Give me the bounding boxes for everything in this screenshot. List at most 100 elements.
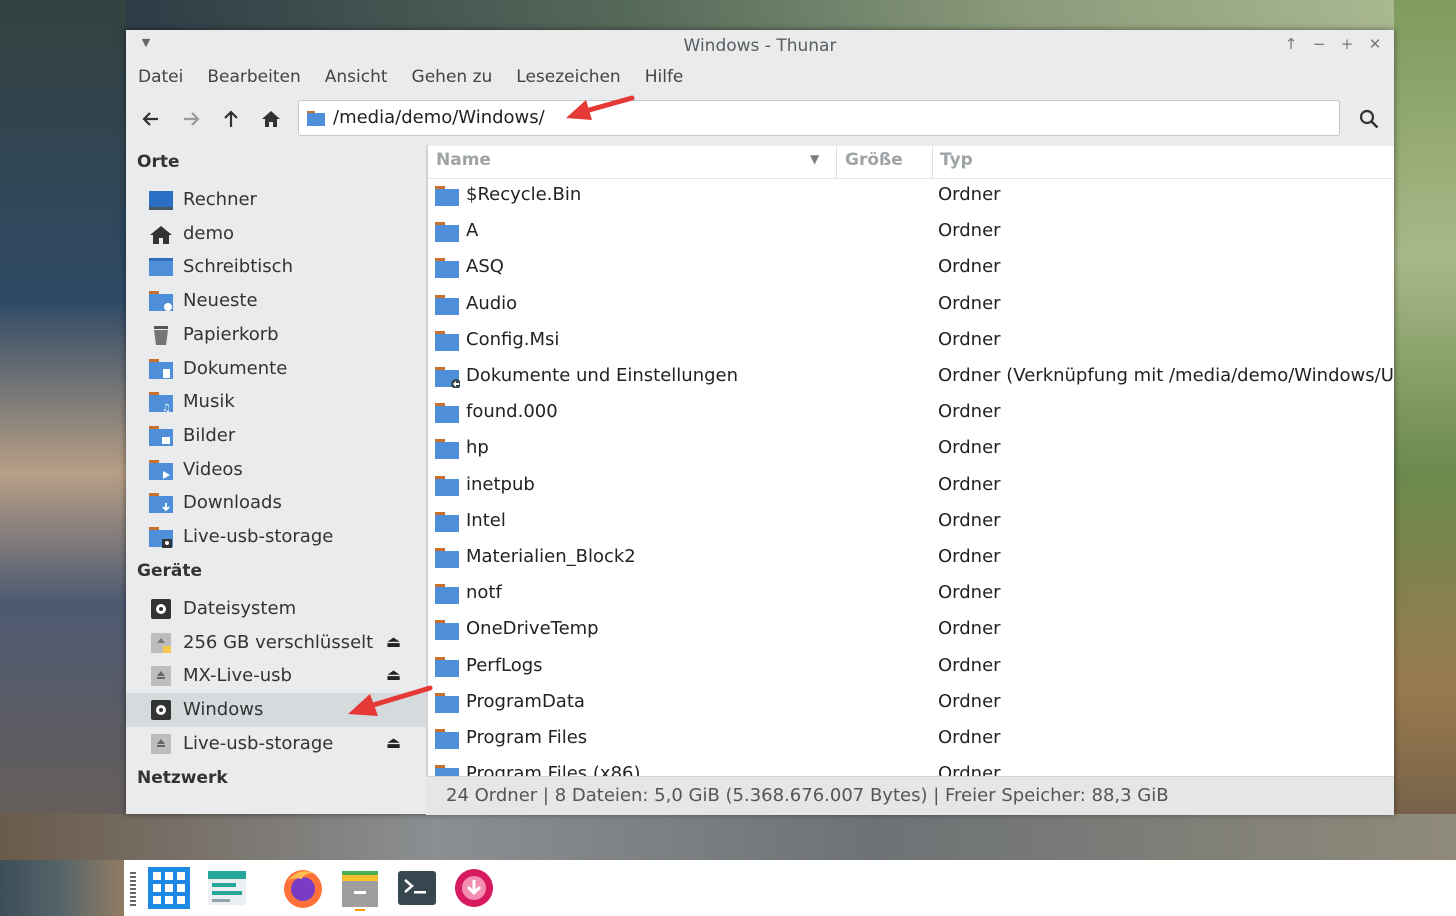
file-name: PerfLogs bbox=[466, 654, 543, 676]
sort-descending-icon: ▼ bbox=[810, 152, 820, 166]
file-name: notf bbox=[466, 582, 502, 604]
app-grid-icon[interactable] bbox=[146, 865, 192, 911]
file-row[interactable]: Config.Msi Ordner bbox=[428, 323, 1394, 359]
file-row[interactable]: Dokumente und Einstellungen Ordner (Verkn… bbox=[428, 359, 1394, 395]
file-name: found.000 bbox=[466, 401, 558, 423]
sidebar-heading-network: Netzwerk bbox=[137, 768, 228, 788]
sidebar-item-label: Bilder bbox=[183, 424, 236, 446]
file-row[interactable]: Intel Ordner bbox=[428, 504, 1394, 540]
file-name: OneDriveTemp bbox=[466, 618, 599, 640]
search-icon[interactable] bbox=[1356, 106, 1382, 132]
file-row[interactable]: ProgramData Ordner bbox=[428, 685, 1394, 721]
task-manager-icon[interactable] bbox=[204, 865, 250, 911]
file-row[interactable]: found.000 Ordner bbox=[428, 395, 1394, 431]
file-row[interactable]: Program Files Ordner bbox=[428, 721, 1394, 757]
minimize-icon[interactable]: − bbox=[1310, 35, 1328, 53]
sidebar-item-neueste[interactable]: Neueste bbox=[126, 284, 426, 318]
file-type: Ordner bbox=[938, 654, 1001, 676]
column-size[interactable]: Größe bbox=[845, 150, 903, 170]
file-row[interactable]: notf Ordner bbox=[428, 576, 1394, 612]
sidebar-item-videos[interactable]: Videos bbox=[126, 453, 426, 487]
statusbar: 24 Ordner | 8 Dateien: 5,0 GiB (5.368.67… bbox=[426, 776, 1394, 815]
folder-icon bbox=[435, 584, 459, 605]
taskbar bbox=[124, 860, 1456, 916]
file-type: Ordner bbox=[938, 763, 1001, 776]
firefox-icon[interactable] bbox=[280, 865, 326, 911]
file-type: Ordner (Verknüpfung mit /media/demo/Wind… bbox=[938, 365, 1394, 386]
maximize-icon[interactable]: + bbox=[1338, 35, 1356, 53]
file-row[interactable]: Program Files (x86) Ordner bbox=[428, 757, 1394, 776]
folder-icon bbox=[435, 475, 459, 496]
sidebar-item-label: Downloads bbox=[183, 492, 282, 514]
file-name: hp bbox=[466, 437, 489, 459]
file-row[interactable]: A Ordner bbox=[428, 214, 1394, 250]
sidebar-item-live-usb-storage[interactable]: Live-usb-storage ⏏ bbox=[126, 727, 426, 761]
column-name[interactable]: Name bbox=[436, 150, 491, 170]
column-separator[interactable] bbox=[932, 146, 933, 178]
file-row[interactable]: $Recycle.Bin Ordner bbox=[428, 178, 1394, 214]
file-type: Ordner bbox=[938, 256, 1001, 278]
file-row[interactable]: ASQ Ordner bbox=[428, 250, 1394, 286]
window-title: Windows - Thunar bbox=[683, 36, 837, 56]
forward-icon[interactable] bbox=[178, 106, 204, 132]
file-type: Ordner bbox=[938, 328, 1001, 350]
sidebar-item-musik[interactable]: ♫ Musik bbox=[126, 385, 426, 419]
sidebar-item-dateisystem[interactable]: Dateisystem bbox=[126, 592, 426, 626]
file-name: ASQ bbox=[466, 256, 504, 278]
file-row[interactable]: Materialien_Block2 Ordner bbox=[428, 540, 1394, 576]
location-path[interactable]: /media/demo/Windows/ bbox=[333, 107, 545, 128]
sidebar-item-downloads[interactable]: Downloads bbox=[126, 486, 426, 520]
file-row[interactable]: inetpub Ordner bbox=[428, 468, 1394, 504]
menu-bearbeiten[interactable]: Bearbeiten bbox=[195, 62, 312, 92]
back-icon[interactable] bbox=[138, 106, 164, 132]
file-type: Ordner bbox=[938, 437, 1001, 459]
column-separator[interactable] bbox=[836, 146, 837, 178]
wallpaper-left bbox=[0, 0, 126, 860]
folder-icon bbox=[435, 656, 459, 677]
sidebar-item-dokumente[interactable]: Dokumente bbox=[126, 352, 426, 386]
download-manager-icon[interactable] bbox=[451, 865, 497, 911]
column-type[interactable]: Typ bbox=[940, 150, 973, 170]
terminal-icon[interactable] bbox=[394, 865, 440, 911]
keep-above-icon[interactable]: ↑ bbox=[1282, 35, 1300, 53]
eject-icon[interactable]: ⏏ bbox=[386, 733, 401, 752]
file-name: Config.Msi bbox=[466, 328, 560, 350]
sidebar-item-live-usb-storage[interactable]: Live-usb-storage bbox=[126, 520, 426, 554]
sidebar-item-256-gb-verschl-sselt[interactable]: 256 GB verschlüsselt ⏏ bbox=[126, 626, 426, 660]
menu-ansicht[interactable]: Ansicht bbox=[313, 62, 400, 92]
sidebar-item-demo[interactable]: demo bbox=[126, 217, 426, 251]
parent-folder-icon[interactable] bbox=[218, 106, 244, 132]
menu-datei[interactable]: Datei bbox=[126, 62, 195, 92]
home-icon[interactable] bbox=[258, 106, 284, 132]
annotation-arrow-windows bbox=[348, 685, 433, 716]
sidebar-item-label: Schreibtisch bbox=[183, 256, 293, 278]
sidebar-item-schreibtisch[interactable]: Schreibtisch bbox=[126, 250, 426, 284]
close-icon[interactable]: ✕ bbox=[1366, 35, 1384, 53]
file-row[interactable]: Audio Ordner bbox=[428, 287, 1394, 323]
location-bar[interactable]: /media/demo/Windows/ bbox=[298, 100, 1340, 136]
file-manager-icon[interactable] bbox=[337, 865, 383, 911]
file-name: inetpub bbox=[466, 473, 535, 495]
titlebar[interactable]: ▼ Windows - Thunar ↑ − + ✕ bbox=[126, 30, 1394, 62]
file-name: Program Files bbox=[466, 727, 588, 748]
folder-icon bbox=[435, 258, 459, 279]
folder-icon bbox=[435, 439, 459, 460]
sidebar-item-papierkorb[interactable]: Papierkorb bbox=[126, 318, 426, 352]
svg-text:♫: ♫ bbox=[162, 403, 171, 413]
file-row[interactable]: PerfLogs Ordner bbox=[428, 649, 1394, 685]
file-row[interactable]: hp Ordner bbox=[428, 431, 1394, 467]
sidebar-item-label: Musik bbox=[183, 391, 235, 413]
file-name: Intel bbox=[466, 509, 506, 531]
panel-grip[interactable] bbox=[130, 872, 136, 906]
folder-icon bbox=[435, 294, 459, 315]
sidebar-item-rechner[interactable]: Rechner bbox=[126, 183, 426, 217]
sidebar-item-bilder[interactable]: Bilder bbox=[126, 419, 426, 453]
menu-hilfe[interactable]: Hilfe bbox=[633, 62, 696, 92]
thunar-window: ▼ Windows - Thunar ↑ − + ✕ Datei Bearbeit… bbox=[126, 30, 1394, 815]
eject-icon[interactable]: ⏏ bbox=[386, 632, 401, 651]
trash-icon bbox=[154, 325, 168, 345]
menu-gehen-zu[interactable]: Gehen zu bbox=[400, 62, 505, 92]
sidebar-item-label: Dateisystem bbox=[183, 598, 297, 619]
sidebar-item-label: 256 GB verschlüsselt bbox=[183, 631, 374, 653]
file-row[interactable]: OneDriveTemp Ordner bbox=[428, 612, 1394, 648]
